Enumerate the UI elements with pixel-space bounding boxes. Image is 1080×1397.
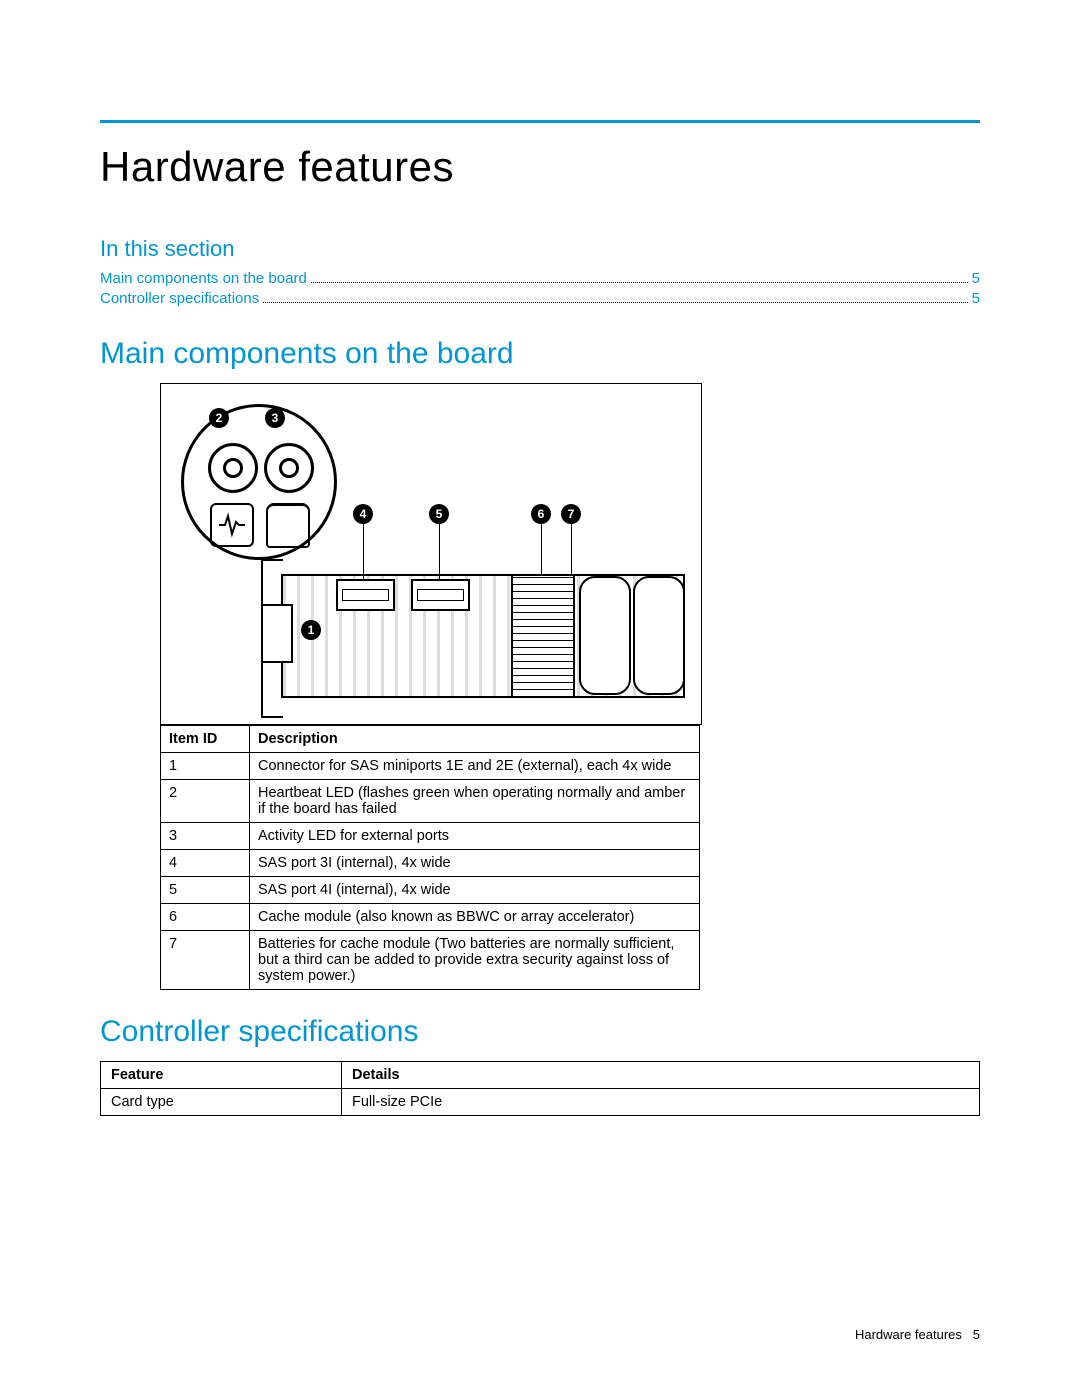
toc-row[interactable]: Controller specifications 5 — [100, 289, 980, 308]
cell-item-id: 7 — [161, 931, 250, 990]
table-row: 2Heartbeat LED (flashes green when opera… — [161, 780, 700, 823]
page-footer: Hardware features 5 — [855, 1327, 980, 1342]
callout-6: 6 — [531, 504, 551, 524]
cell-description: Cache module (also known as BBWC or arra… — [250, 904, 700, 931]
page-title: Hardware features — [100, 143, 980, 191]
section-heading-controller-specs: Controller specifications — [100, 1015, 980, 1049]
callout-7: 7 — [561, 504, 581, 524]
cell-item-id: 4 — [161, 850, 250, 877]
cell-description: Batteries for cache module (Two batterie… — [250, 931, 700, 990]
cell-description: SAS port 3I (internal), 4x wide — [250, 850, 700, 877]
th-details: Details — [342, 1062, 980, 1089]
heartbeat-glyph-icon — [210, 503, 254, 547]
sas-port-3i — [336, 579, 395, 611]
table-row: Card typeFull-size PCIe — [101, 1089, 980, 1116]
toc-row[interactable]: Main components on the board 5 — [100, 268, 980, 287]
cell-description: Heartbeat LED (flashes green when operat… — [250, 780, 700, 823]
cache-module — [511, 574, 575, 698]
battery-2 — [633, 576, 685, 695]
callout-1: 1 — [301, 620, 321, 640]
cell-item-id: 5 — [161, 877, 250, 904]
callout-4: 4 — [353, 504, 373, 524]
toc-label: Main components on the board — [100, 270, 307, 287]
external-sas-connector — [261, 604, 293, 663]
cell-description: Connector for SAS miniports 1E and 2E (e… — [250, 753, 700, 780]
leader-line — [439, 524, 440, 579]
controller-table: Feature Details Card typeFull-size PCIe — [100, 1061, 980, 1116]
in-this-section-heading: In this section — [100, 236, 980, 262]
toc-leader-dots — [263, 289, 967, 304]
page: Hardware features In this section Main c… — [0, 0, 1080, 1397]
cell-item-id: 3 — [161, 823, 250, 850]
leader-line — [363, 524, 364, 579]
components-table: Item ID Description 1Connector for SAS m… — [160, 725, 700, 990]
toc-label: Controller specifications — [100, 290, 259, 307]
cell-description: Activity LED for external ports — [250, 823, 700, 850]
disk-glyph-icon — [266, 503, 310, 548]
toc: Main components on the board 5 Controlle… — [100, 268, 980, 307]
cell-item-id: 1 — [161, 753, 250, 780]
th-item-id: Item ID — [161, 726, 250, 753]
cell-description: SAS port 4I (internal), 4x wide — [250, 877, 700, 904]
zoom-inset — [181, 404, 337, 560]
callout-2: 2 — [209, 408, 229, 428]
footer-section-label: Hardware features — [855, 1327, 962, 1342]
table-row: 6Cache module (also known as BBWC or arr… — [161, 904, 700, 931]
table-row: 5SAS port 4I (internal), 4x wide — [161, 877, 700, 904]
sas-port-4i — [411, 579, 470, 611]
footer-page-number: 5 — [973, 1327, 980, 1342]
th-description: Description — [250, 726, 700, 753]
table-row: 7Batteries for cache module (Two batteri… — [161, 931, 700, 990]
heartbeat-led-icon — [208, 443, 258, 493]
battery-1 — [579, 576, 631, 695]
section-heading-main-components: Main components on the board — [100, 337, 980, 371]
cell-item-id: 6 — [161, 904, 250, 931]
cell-item-id: 2 — [161, 780, 250, 823]
toc-page: 5 — [972, 290, 980, 307]
callout-5: 5 — [429, 504, 449, 524]
th-feature: Feature — [101, 1062, 342, 1089]
leader-line — [541, 524, 542, 574]
table-row: 4SAS port 3I (internal), 4x wide — [161, 850, 700, 877]
toc-page: 5 — [972, 270, 980, 287]
diagram-area: 2 3 1 4 5 6 7 Item ID Description 1Conne… — [160, 383, 700, 990]
toc-leader-dots — [311, 268, 968, 283]
leader-line — [571, 524, 572, 574]
callout-3: 3 — [265, 408, 285, 428]
cell-feature: Card type — [101, 1089, 342, 1116]
top-rule — [100, 120, 980, 123]
table-row: 3Activity LED for external ports — [161, 823, 700, 850]
activity-led-icon — [264, 443, 314, 493]
board-diagram: 2 3 1 4 5 6 7 — [160, 383, 702, 725]
cell-details: Full-size PCIe — [342, 1089, 980, 1116]
table-row: 1Connector for SAS miniports 1E and 2E (… — [161, 753, 700, 780]
